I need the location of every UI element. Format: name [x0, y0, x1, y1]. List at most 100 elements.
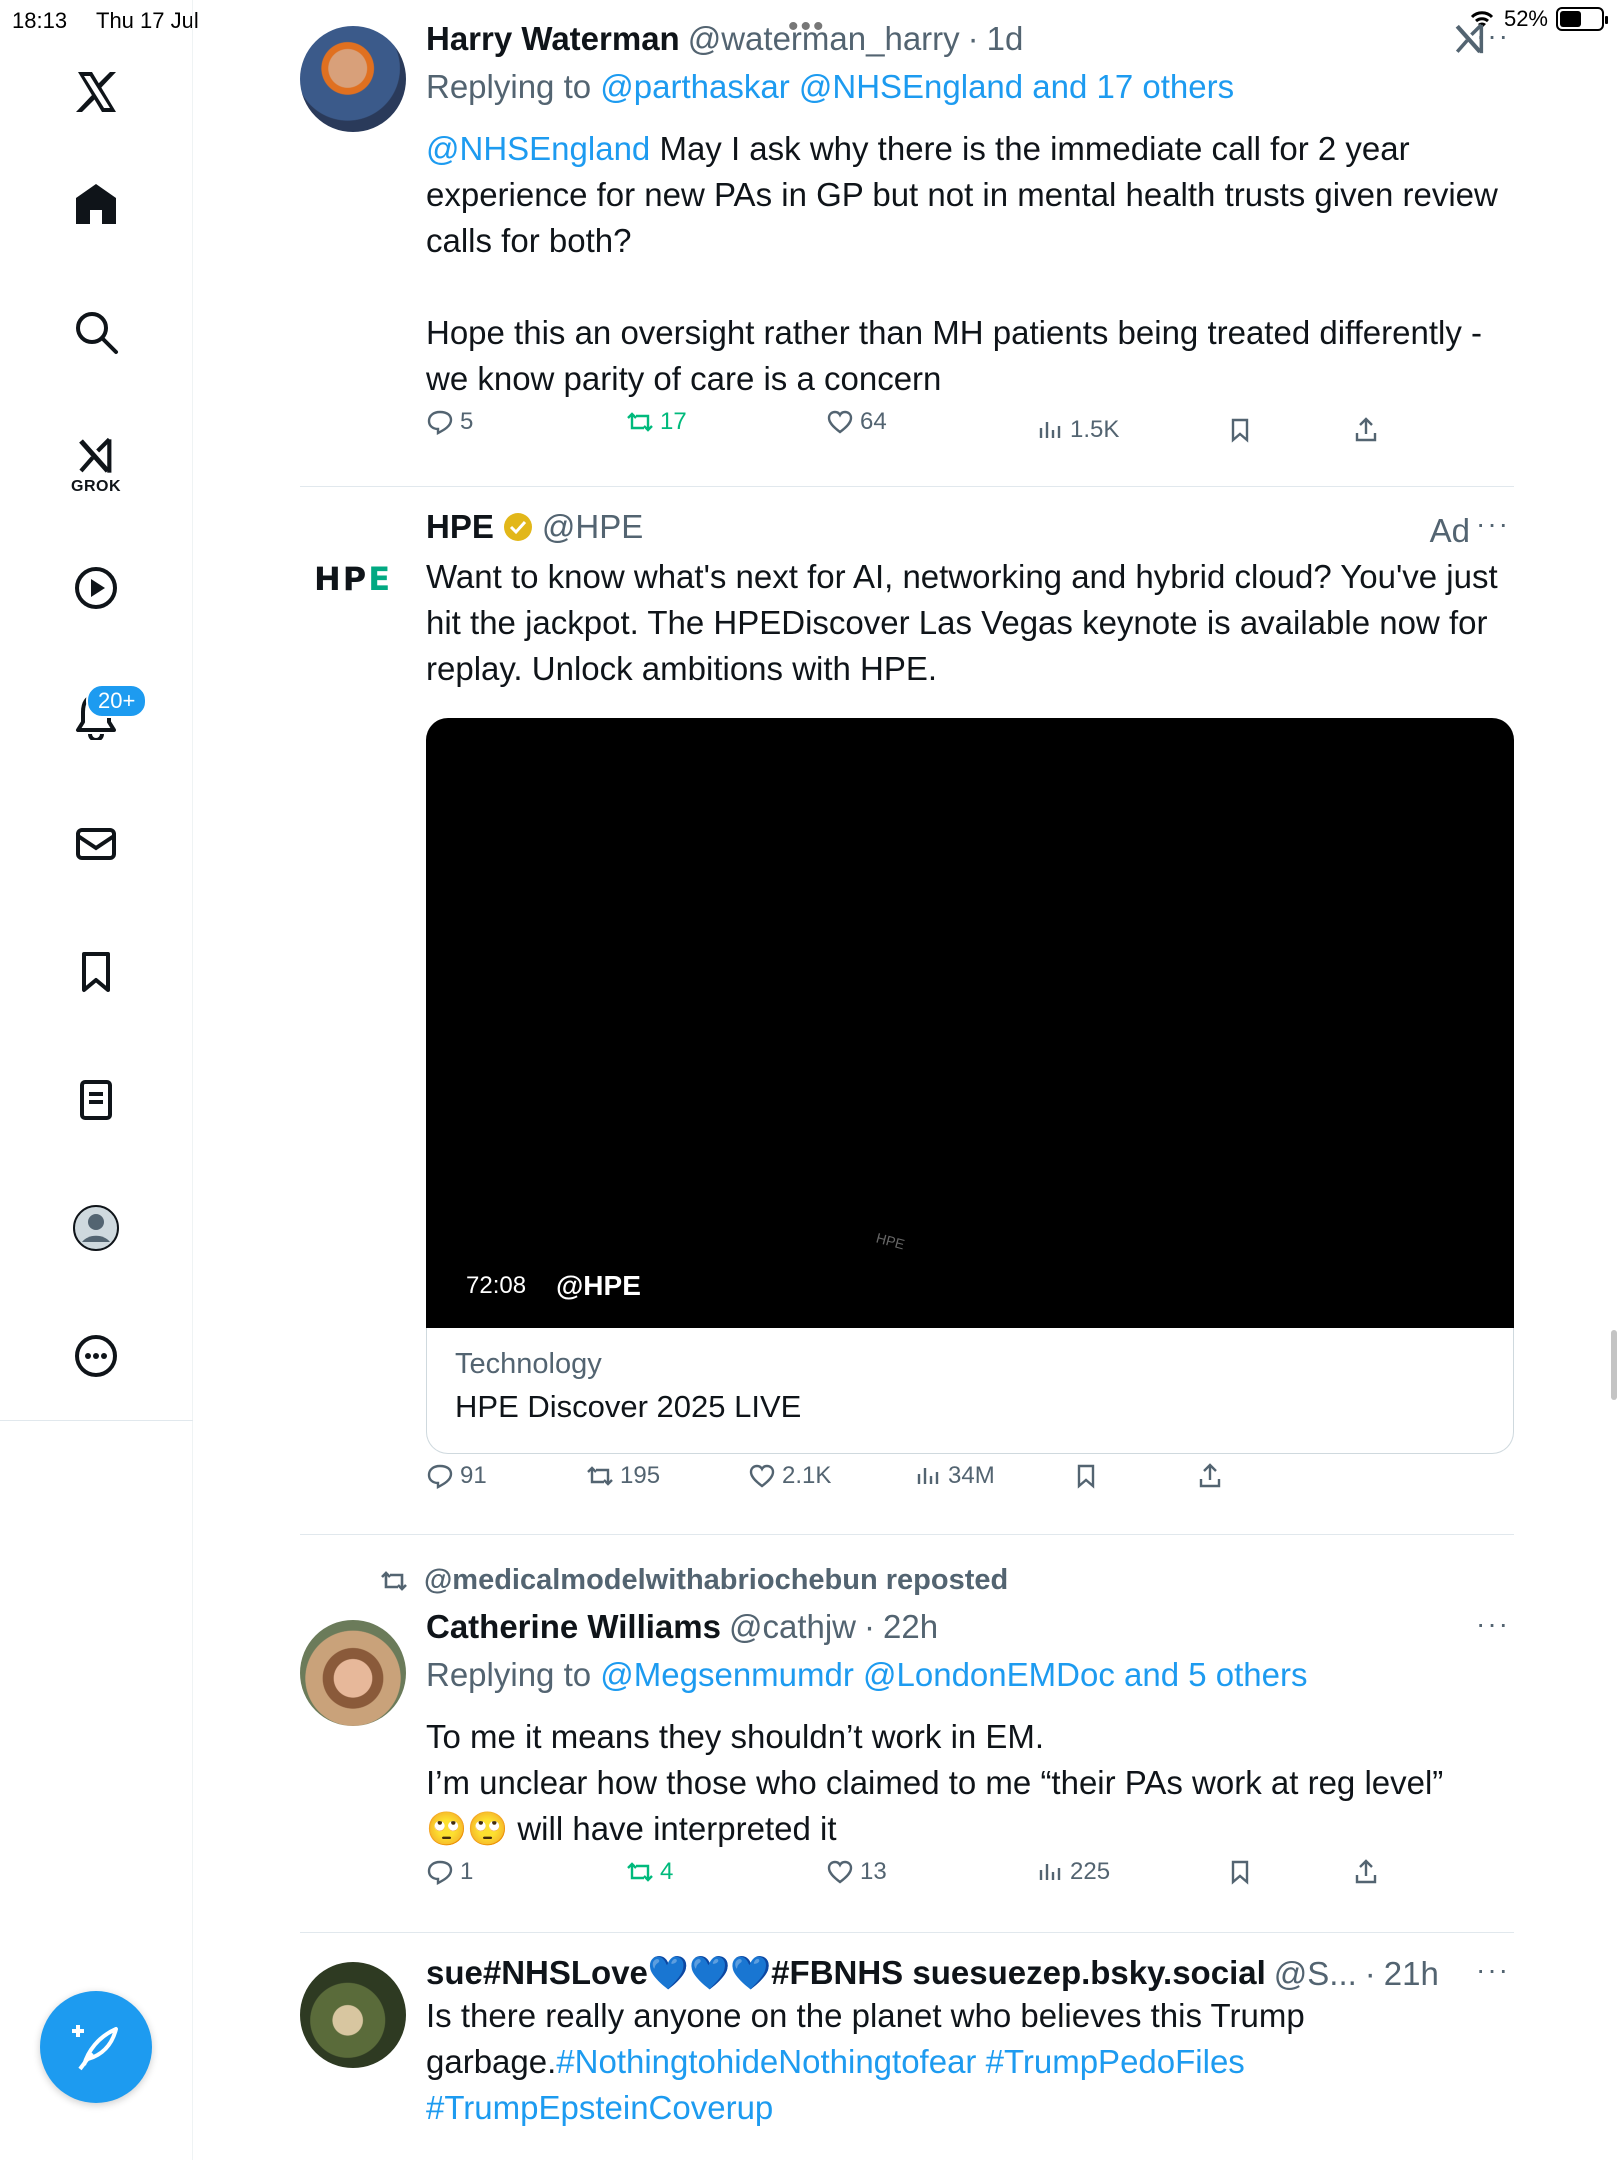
author-name[interactable]: HPE — [426, 508, 494, 546]
tweet-more-icon[interactable]: ··· — [1476, 1608, 1510, 1640]
views-icon — [917, 1468, 939, 1484]
tweet-catherine-williams[interactable]: @medicalmodelwithabriochebun reposted Ca… — [300, 1560, 1514, 1920]
tweet-harry-waterman[interactable]: Harry Waterman @waterman_harry · 1d Repl… — [300, 20, 1514, 460]
tweet-text-3: 🙄🙄 will have interpreted it — [426, 1810, 837, 1847]
share-icon — [1355, 1859, 1377, 1884]
sidebar-divider — [0, 1420, 193, 1421]
view-count: 225 — [1070, 1858, 1111, 1885]
views-button[interactable]: 34M — [914, 1462, 995, 1490]
share-button[interactable] — [1196, 1462, 1224, 1490]
avatar[interactable] — [300, 1620, 406, 1726]
author-handle[interactable]: @S... — [1274, 1955, 1357, 1993]
replying-prefix: Replying to — [426, 1656, 592, 1693]
video-watermark: HPE — [874, 1230, 906, 1253]
share-button[interactable] — [1352, 416, 1380, 444]
avatar[interactable] — [300, 1962, 406, 2068]
like-icon — [749, 1464, 775, 1488]
replying-to-links[interactable]: @Megsenmumdr @LondonEMDoc and 5 others — [600, 1656, 1307, 1693]
separator-dot: · — [864, 1608, 876, 1645]
author-handle[interactable]: @waterman_harry — [688, 20, 960, 58]
like-icon — [827, 410, 853, 434]
tweet-text-1: To me it means they shouldn’t work in EM… — [426, 1718, 1045, 1755]
like-count: 64 — [860, 408, 887, 435]
tweet-hpe-ad[interactable]: HPE HPE @HPE Want to know what's next fo… — [300, 508, 1514, 1508]
reply-icon — [427, 410, 453, 435]
compose-button[interactable] — [40, 1991, 152, 2103]
grok-icon[interactable]: GROK — [56, 426, 136, 506]
search-icon[interactable] — [56, 292, 136, 372]
repost-icon — [587, 1466, 613, 1486]
grok-header-icon[interactable] — [1452, 22, 1488, 61]
bookmark-icon — [1231, 418, 1249, 443]
battery-icon — [1556, 7, 1608, 31]
video-handle: @HPE — [556, 1270, 641, 1301]
reply-icon — [427, 1464, 453, 1489]
tweet-divider — [300, 1534, 1514, 1535]
reply-button[interactable]: 5 — [426, 408, 473, 436]
video-duration: 72:08 — [466, 1272, 527, 1299]
replying-to-links[interactable]: @parthaskar @NHSEngland and 17 others — [600, 68, 1234, 105]
hashtag-link[interactable]: #TrumpEpsteinCoverup — [426, 2089, 773, 2126]
reply-button[interactable]: 91 — [426, 1462, 487, 1490]
tweet-time: 22h — [883, 1608, 939, 1645]
messages-icon[interactable] — [56, 804, 136, 884]
views-button[interactable]: 225 — [1036, 1858, 1110, 1886]
scrollbar[interactable] — [1611, 1330, 1617, 1400]
author-handle[interactable]: @cathjw — [729, 1608, 856, 1646]
mention-link[interactable]: @NHSEngland — [426, 130, 650, 167]
reply-icon — [427, 1860, 453, 1885]
more-icon[interactable] — [56, 1316, 136, 1396]
author-name[interactable]: sue#NHSLove💙💙💙#FBNHS suesuezep.bsky.soci… — [426, 1954, 1266, 1993]
card-category: Technology — [455, 1348, 602, 1380]
repost-button[interactable]: 4 — [626, 1858, 673, 1886]
bookmarks-icon[interactable] — [56, 932, 136, 1012]
tweet-text-2: Hope this an oversight rather than MH pa… — [426, 314, 1482, 397]
tweet-time: 1d — [986, 20, 1024, 57]
bookmark-button[interactable] — [1226, 1858, 1254, 1886]
separator-dot: · — [1364, 1954, 1376, 1992]
home-icon[interactable] — [56, 164, 136, 244]
repost-count: 4 — [660, 1858, 674, 1885]
x-logo-icon[interactable] — [56, 52, 136, 132]
like-icon — [827, 1860, 853, 1884]
video-player[interactable]: HPE 72:08 @HPE — [426, 718, 1514, 1328]
hashtag-links[interactable]: #NothingtohideNothingtofear #TrumpPedoFi… — [556, 2043, 1245, 2080]
replying-to: Replying to @parthaskar @NHSEngland and … — [426, 68, 1514, 106]
repost-button[interactable]: 17 — [626, 408, 687, 436]
bookmark-icon — [1231, 1860, 1249, 1885]
repost-button[interactable]: 195 — [586, 1462, 660, 1490]
tweet-divider — [300, 486, 1514, 487]
video-logo-text: HPE — [874, 1229, 907, 1253]
ad-label: Ad — [1429, 512, 1470, 549]
tweet-header: Harry Waterman @waterman_harry · 1d — [426, 20, 1514, 58]
bookmark-button[interactable] — [1226, 416, 1254, 444]
author-name[interactable]: Harry Waterman — [426, 20, 680, 58]
author-handle[interactable]: @HPE — [542, 508, 643, 546]
share-button[interactable] — [1352, 1858, 1380, 1886]
profile-avatar-icon[interactable] — [56, 1188, 136, 1268]
tweet-sue[interactable]: sue#NHSLove💙💙💙#FBNHS suesuezep.bsky.soci… — [300, 1954, 1514, 2154]
repost-by[interactable]: @medicalmodelwithabriochebun reposted — [424, 1564, 1008, 1597]
video-icon[interactable] — [56, 548, 136, 628]
tweet-header: HPE @HPE — [426, 508, 1514, 546]
link-card[interactable]: Technology HPE Discover 2025 LIVE — [426, 1328, 1514, 1454]
reply-count: 5 — [460, 408, 474, 435]
views-icon — [1039, 422, 1061, 438]
like-count: 2.1K — [782, 1462, 832, 1489]
lists-icon[interactable] — [56, 1060, 136, 1140]
tweet-more-icon[interactable]: ··· — [1476, 1954, 1510, 1986]
like-button[interactable]: 13 — [826, 1858, 887, 1886]
reply-count: 1 — [460, 1858, 474, 1885]
battery-fill — [1560, 11, 1581, 27]
tweet-more-icon[interactable]: ··· — [1476, 508, 1510, 540]
avatar[interactable] — [300, 26, 406, 132]
hpe-logo[interactable]: HPE — [300, 526, 406, 632]
bookmark-button[interactable] — [1072, 1462, 1100, 1490]
views-button[interactable]: 1.5K — [1036, 416, 1119, 444]
like-button[interactable]: 64 — [826, 408, 887, 436]
reply-button[interactable]: 1 — [426, 1858, 473, 1886]
like-button[interactable]: 2.1K — [748, 1462, 831, 1490]
notifications-badge: 20+ — [86, 684, 148, 718]
author-name[interactable]: Catherine Williams — [426, 1608, 721, 1646]
verified-gold-icon — [503, 513, 532, 541]
